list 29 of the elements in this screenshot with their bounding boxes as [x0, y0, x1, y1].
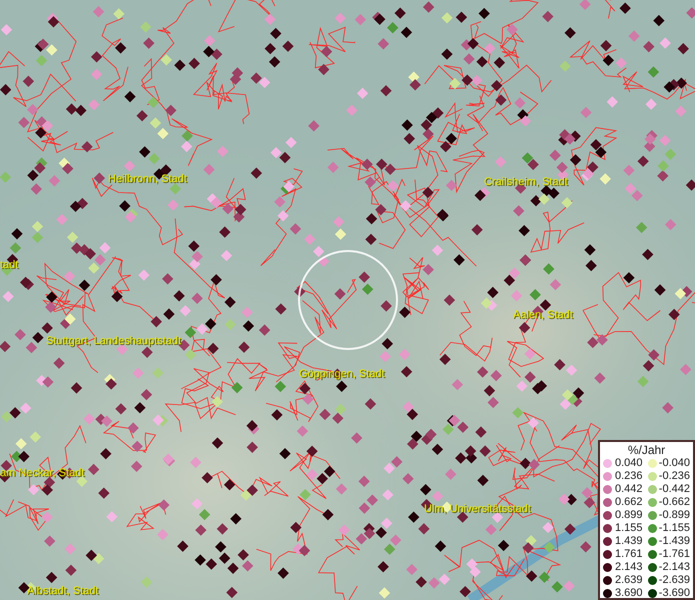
- legend-value: 0.899: [615, 509, 644, 522]
- legend-value: 1.761: [615, 548, 644, 561]
- legend-value: 3.690: [615, 587, 644, 600]
- place-label: Crailsheim, Stadt: [484, 175, 568, 189]
- legend-value: -0.662: [658, 496, 690, 509]
- place-label: Albstadt, Stadt: [27, 584, 99, 598]
- legend-value: 0.662: [615, 496, 644, 509]
- place-label: Heilbronn, Stadt: [108, 172, 187, 186]
- legend-title: %/Jahr: [628, 443, 666, 457]
- legend-value: 1.155: [615, 522, 644, 535]
- legend-value: -1.761: [658, 548, 690, 561]
- legend-value: 0.236: [615, 470, 644, 483]
- place-label: Stuttgart, Landeshauptstadt: [46, 334, 182, 348]
- legend-value: 1.439: [615, 535, 644, 548]
- legend-value: 0.040: [615, 457, 644, 470]
- legend-value: 2.143: [615, 561, 644, 574]
- legend-value: -2.639: [658, 574, 690, 587]
- legend-value: -0.899: [658, 509, 690, 522]
- legend-value: -1.155: [658, 522, 690, 535]
- legend-value: -3.690: [658, 587, 690, 600]
- legend-value: 2.639: [615, 574, 644, 587]
- legend-value: -0.442: [658, 483, 690, 496]
- legend-value: 0.442: [615, 483, 644, 496]
- legend-value: -1.439: [658, 535, 690, 548]
- legend-value: -0.236: [658, 470, 690, 483]
- place-label: tadt: [0, 258, 18, 272]
- legend-value: -2.143: [658, 561, 690, 574]
- legend-value: -0.040: [658, 457, 690, 470]
- selection-circle-icon: [297, 249, 399, 351]
